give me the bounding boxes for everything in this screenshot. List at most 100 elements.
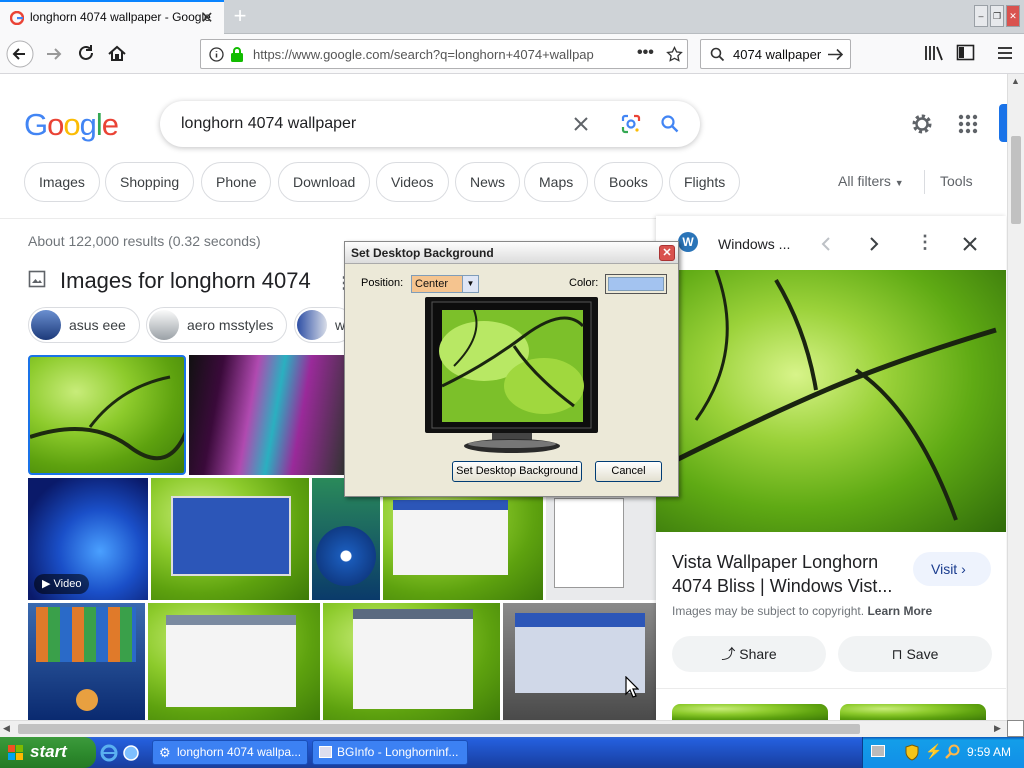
screenshot-thumb <box>393 500 508 575</box>
chip-maps[interactable]: Maps <box>524 162 589 202</box>
chip-flights[interactable]: Flights <box>669 162 741 202</box>
back-button[interactable] <box>6 40 34 68</box>
network-icon[interactable]: ⚡ <box>925 743 942 760</box>
chip-download[interactable]: Download <box>278 162 371 202</box>
chevron-left-icon[interactable] <box>820 236 832 252</box>
preview-title[interactable]: Vista Wallpaper Longhorn 4074 Bliss | Wi… <box>672 550 912 598</box>
search-query[interactable]: longhorn 4074 wallpaper <box>181 115 356 133</box>
taskbar-bginfo[interactable]: BGInfo - Longhorninf... <box>312 740 468 765</box>
ie-icon[interactable] <box>100 744 118 762</box>
related-image-2[interactable] <box>840 704 986 720</box>
chip-shopping[interactable]: Shopping <box>105 162 195 202</box>
page-actions-icon[interactable]: ••• <box>637 44 654 62</box>
reload-button[interactable] <box>72 40 100 68</box>
browser-tab[interactable]: longhorn 4074 wallpaper - Google ✕ <box>0 0 224 34</box>
apps-grid-icon[interactable] <box>958 114 978 134</box>
image-result-8[interactable] <box>28 603 145 720</box>
chip-books[interactable]: Books <box>594 162 663 202</box>
scroll-right-icon[interactable]: ▶ <box>994 723 1001 734</box>
library-icon[interactable] <box>924 44 944 62</box>
quick-launch-icon[interactable] <box>122 744 140 762</box>
more-options-icon[interactable]: ⋮ <box>916 232 934 253</box>
menu-icon[interactable] <box>996 44 1014 62</box>
all-filters-label: All filters <box>838 173 891 189</box>
vertical-scrollbar[interactable]: ▲ <box>1007 74 1024 720</box>
google-search-icon[interactable] <box>660 114 680 134</box>
scroll-thumb[interactable] <box>1011 136 1021 224</box>
preview-image[interactable] <box>656 270 1006 532</box>
restore-button[interactable]: ❐ <box>990 5 1004 27</box>
bookmark-icon: ⊓ <box>891 646 903 662</box>
sidebar-icon[interactable] <box>956 44 976 62</box>
image-result-10[interactable] <box>323 603 500 720</box>
save-button[interactable]: ⊓ Save <box>838 636 992 672</box>
lock-icon[interactable] <box>230 46 244 63</box>
image-result-11[interactable] <box>503 603 656 720</box>
url-bar[interactable]: https://www.google.com/search?q=longhorn… <box>200 39 688 69</box>
settings-gear-icon[interactable] <box>910 112 934 136</box>
keyboard-icon[interactable] <box>871 745 885 757</box>
related-chip-asus-eee[interactable]: asus eee <box>28 307 140 343</box>
monitor-preview <box>425 297 598 453</box>
scroll-thumb[interactable] <box>18 724 860 734</box>
clock[interactable]: 9:59 AM <box>967 745 1011 759</box>
image-result-2[interactable] <box>189 355 344 475</box>
tab-title: longhorn 4074 wallpaper - Google <box>30 10 211 24</box>
lens-icon[interactable] <box>620 113 642 135</box>
cancel-button[interactable]: Cancel <box>595 461 662 482</box>
window-close-button[interactable]: ✕ <box>1006 5 1020 27</box>
image-result-9[interactable] <box>148 603 320 720</box>
dropdown-arrow-icon[interactable]: ▼ <box>462 276 478 292</box>
chip-videos[interactable]: Videos <box>376 162 449 202</box>
image-result-4[interactable] <box>151 478 309 600</box>
set-desktop-background-button[interactable]: Set Desktop Background <box>452 461 582 482</box>
visit-button[interactable]: Visit › <box>913 552 991 586</box>
branch-graphic <box>656 270 997 521</box>
position-label: Position: <box>361 277 404 289</box>
info-icon[interactable] <box>209 47 224 62</box>
dialog-titlebar[interactable]: Set Desktop Background ✕ <box>345 242 678 264</box>
chip-phone[interactable]: Phone <box>201 162 272 202</box>
go-arrow-icon[interactable] <box>827 47 844 62</box>
clear-icon[interactable] <box>572 115 590 133</box>
google-logo[interactable]: Google <box>24 107 119 143</box>
chip-images[interactable]: Images <box>24 162 100 202</box>
tray-search-icon[interactable] <box>945 744 960 760</box>
related-image-1[interactable] <box>672 704 828 720</box>
copyright-notice: Images may be subject to copyright. Lear… <box>672 604 932 618</box>
bookmark-star-icon[interactable] <box>666 46 683 63</box>
minimize-button[interactable]: – <box>974 5 988 27</box>
copyright-text: Images may be subject to copyright. <box>672 604 865 618</box>
browser-search-bar[interactable]: 4074 wallpaper <box>700 39 851 69</box>
image-result-1[interactable] <box>28 355 186 475</box>
all-filters-button[interactable]: All filters ▼ <box>838 173 904 189</box>
tools-button[interactable]: Tools <box>940 173 973 189</box>
account-avatar[interactable] <box>999 104 1007 142</box>
images-heading[interactable]: Images for longhorn 4074 <box>60 268 311 294</box>
tab-close-icon[interactable]: ✕ <box>198 10 216 28</box>
share-button[interactable]: ⤴ Share <box>672 636 826 672</box>
position-select[interactable]: Center ▼ <box>411 275 479 293</box>
learn-more-link[interactable]: Learn More <box>867 604 932 618</box>
horizontal-scrollbar[interactable]: ◀ ▶ <box>0 720 1007 737</box>
start-button[interactable]: start <box>0 737 96 768</box>
security-shield-icon[interactable] <box>905 744 919 761</box>
new-tab-button[interactable]: + <box>228 5 252 29</box>
chip-news[interactable]: News <box>455 162 521 202</box>
dialog-close-button[interactable]: ✕ <box>659 245 675 261</box>
google-search-box[interactable]: longhorn 4074 wallpaper <box>160 101 700 147</box>
color-picker-button[interactable] <box>605 274 667 294</box>
close-icon[interactable] <box>962 236 978 252</box>
url-text: https://www.google.com/search?q=longhorn… <box>253 47 594 62</box>
related-chip-aero-msstyles[interactable]: aero msstyles <box>146 307 287 343</box>
taskbar-firefox[interactable]: ⚙ longhorn 4074 wallpa... <box>152 740 308 765</box>
scroll-left-icon[interactable]: ◀ <box>3 723 10 734</box>
home-button[interactable] <box>103 40 131 68</box>
source-site[interactable]: Windows ... <box>718 236 790 252</box>
image-result-video[interactable]: ▶ Video <box>28 478 148 600</box>
logo-graphic <box>76 689 98 711</box>
scroll-up-icon[interactable]: ▲ <box>1011 76 1020 86</box>
forward-button[interactable] <box>40 40 68 68</box>
video-badge-label: Video <box>53 578 82 590</box>
chevron-right-icon[interactable] <box>868 236 880 252</box>
